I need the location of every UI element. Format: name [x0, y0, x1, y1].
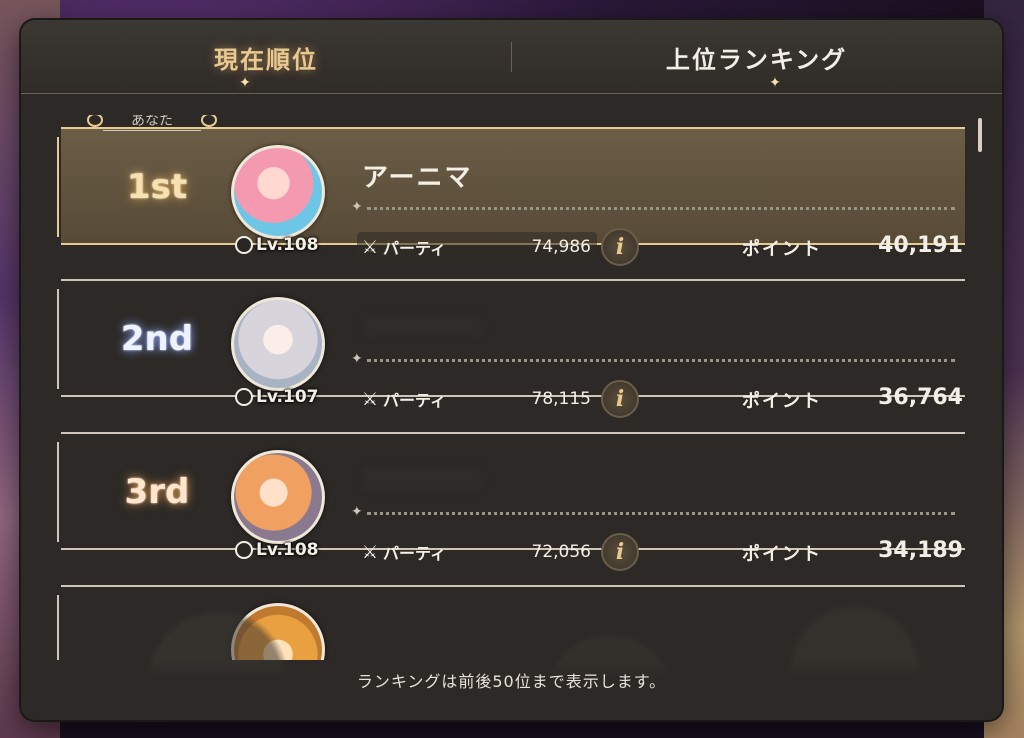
rank-label: 1st	[126, 167, 188, 207]
scrollbar[interactable]	[978, 118, 982, 152]
row-frame	[57, 585, 965, 660]
player-name: アーニマ	[362, 163, 473, 193]
tab-current-rank-label: 現在順位	[214, 45, 318, 74]
party-value: 78,115	[531, 389, 591, 409]
ranking-row-1[interactable]: あなた 1st Lv.108 アーニマ ✦ ⚔ パーティ 74,986 i ポイ…	[57, 115, 967, 266]
avatar[interactable]	[231, 450, 325, 544]
points-label: ポイント	[742, 239, 822, 260]
player-name-hidden	[362, 468, 482, 490]
level-text: Lv.108	[256, 540, 319, 560]
ranking-row-4[interactable]	[57, 573, 967, 660]
party-value: 72,056	[531, 542, 591, 562]
crossed-swords-icon: ⚔	[361, 236, 379, 258]
points-label: ポイント	[742, 391, 822, 412]
you-tag-label: あなた	[131, 115, 173, 129]
party-power: ⚔ パーティ 78,115	[357, 384, 597, 414]
player-name-hidden	[362, 315, 482, 337]
level-icon	[235, 541, 253, 559]
sparkle-icon: ✦	[769, 75, 783, 91]
level-icon	[235, 236, 253, 254]
level-badge: Lv.108	[235, 540, 318, 560]
level-text: Lv.108	[256, 235, 319, 255]
diamond-icon: ✦	[351, 504, 363, 520]
points-label: ポイント	[742, 544, 822, 565]
diamond-icon: ✦	[351, 351, 363, 367]
ornament-icon	[87, 115, 103, 127]
footer-note: ランキングは前後50位まで表示します。	[21, 660, 1002, 720]
party-value: 74,986	[531, 237, 591, 257]
rank-label: 2nd	[120, 319, 194, 359]
tab-bar: 現在順位 ✦ 上位ランキング ✦	[21, 20, 1002, 94]
info-button[interactable]: i	[601, 380, 639, 418]
avatar[interactable]	[231, 297, 325, 391]
info-button[interactable]: i	[601, 533, 639, 571]
dotted-divider: ✦	[351, 199, 963, 215]
ranking-list: あなた 1st Lv.108 アーニマ ✦ ⚔ パーティ 74,986 i ポイ…	[57, 115, 967, 660]
points-value: 40,191	[878, 233, 963, 258]
ranking-row-2[interactable]: 2nd Lv.107 ✦ ⚔ パーティ 78,115 i ポイント 36,764	[57, 267, 967, 418]
dotted-divider: ✦	[351, 504, 963, 520]
avatar[interactable]	[231, 145, 325, 239]
party-power: ⚔ パーティ 72,056	[357, 537, 597, 567]
tab-current-rank[interactable]: 現在順位 ✦	[21, 20, 511, 94]
diamond-icon: ✦	[351, 199, 363, 215]
level-icon	[235, 388, 253, 406]
tab-top-ranking-label: 上位ランキング	[665, 45, 848, 74]
party-label: パーティ	[383, 544, 447, 563]
tab-top-ranking[interactable]: 上位ランキング ✦	[511, 20, 1002, 94]
level-badge: Lv.107	[235, 387, 318, 407]
sparkle-icon: ✦	[239, 75, 253, 91]
crossed-swords-icon: ⚔	[361, 541, 379, 563]
party-label: パーティ	[383, 239, 447, 258]
ranking-row-3[interactable]: 3rd Lv.108 ✦ ⚔ パーティ 72,056 i ポイント 34,189	[57, 420, 967, 571]
points-value: 34,189	[878, 538, 963, 563]
dotted-divider: ✦	[351, 351, 963, 367]
crossed-swords-icon: ⚔	[361, 388, 379, 410]
level-badge: Lv.108	[235, 235, 318, 255]
points-value: 36,764	[878, 385, 963, 410]
info-button[interactable]: i	[601, 228, 639, 266]
ranking-panel: 現在順位 ✦ 上位ランキング ✦ あなた 1st Lv.108 アーニマ ✦ ⚔…	[21, 20, 1002, 720]
level-text: Lv.107	[256, 387, 319, 407]
ornament-icon	[201, 115, 217, 127]
party-power: ⚔ パーティ 74,986	[357, 232, 597, 262]
party-label: パーティ	[383, 391, 447, 410]
rank-label: 3rd	[124, 472, 190, 512]
you-tag: あなた	[87, 115, 217, 133]
